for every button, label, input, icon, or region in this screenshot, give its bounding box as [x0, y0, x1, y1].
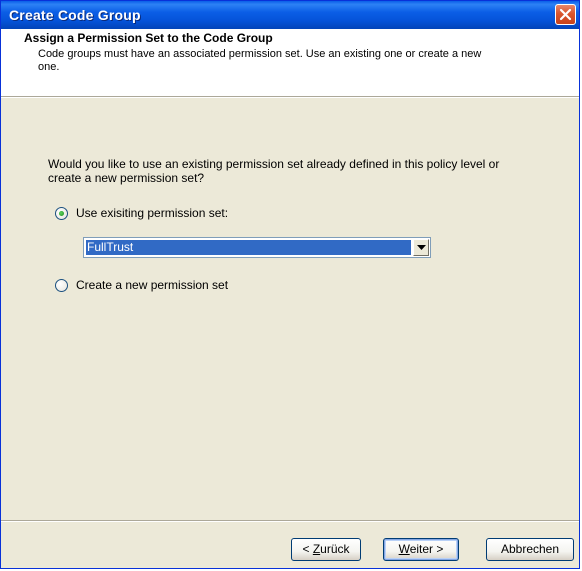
- wizard-step-title: Assign a Permission Set to the Code Grou…: [24, 31, 273, 45]
- window-title: Create Code Group: [9, 7, 141, 23]
- footer-separator: [1, 520, 579, 522]
- cancel-button[interactable]: Abbrechen: [486, 538, 574, 561]
- permission-question: Would you like to use an existing permis…: [48, 157, 500, 185]
- radio-use-existing-label: Use exisiting permission set:: [76, 206, 229, 220]
- back-button[interactable]: < Zurück: [291, 538, 361, 561]
- header-separator: [1, 97, 579, 98]
- chevron-down-icon: [417, 245, 426, 250]
- permission-set-selected-value: FullTrust: [86, 240, 411, 255]
- close-icon: [559, 8, 572, 21]
- radio-create-new[interactable]: Create a new permission set: [55, 278, 228, 292]
- title-bar[interactable]: Create Code Group: [1, 1, 579, 29]
- radio-use-existing[interactable]: Use exisiting permission set:: [55, 206, 228, 220]
- dropdown-button[interactable]: [413, 239, 429, 256]
- dialog-window: Create Code Group Assign a Permission Se…: [0, 0, 580, 569]
- permission-set-dropdown[interactable]: FullTrust: [83, 237, 431, 258]
- radio-create-new-label: Create a new permission set: [76, 278, 229, 292]
- next-button[interactable]: Weiter >: [383, 538, 459, 561]
- wizard-step-description: Code groups must have an associated perm…: [38, 48, 482, 73]
- close-button[interactable]: [555, 4, 576, 25]
- radio-button-checked[interactable]: [55, 206, 68, 220]
- radio-button-unchecked[interactable]: [55, 278, 68, 292]
